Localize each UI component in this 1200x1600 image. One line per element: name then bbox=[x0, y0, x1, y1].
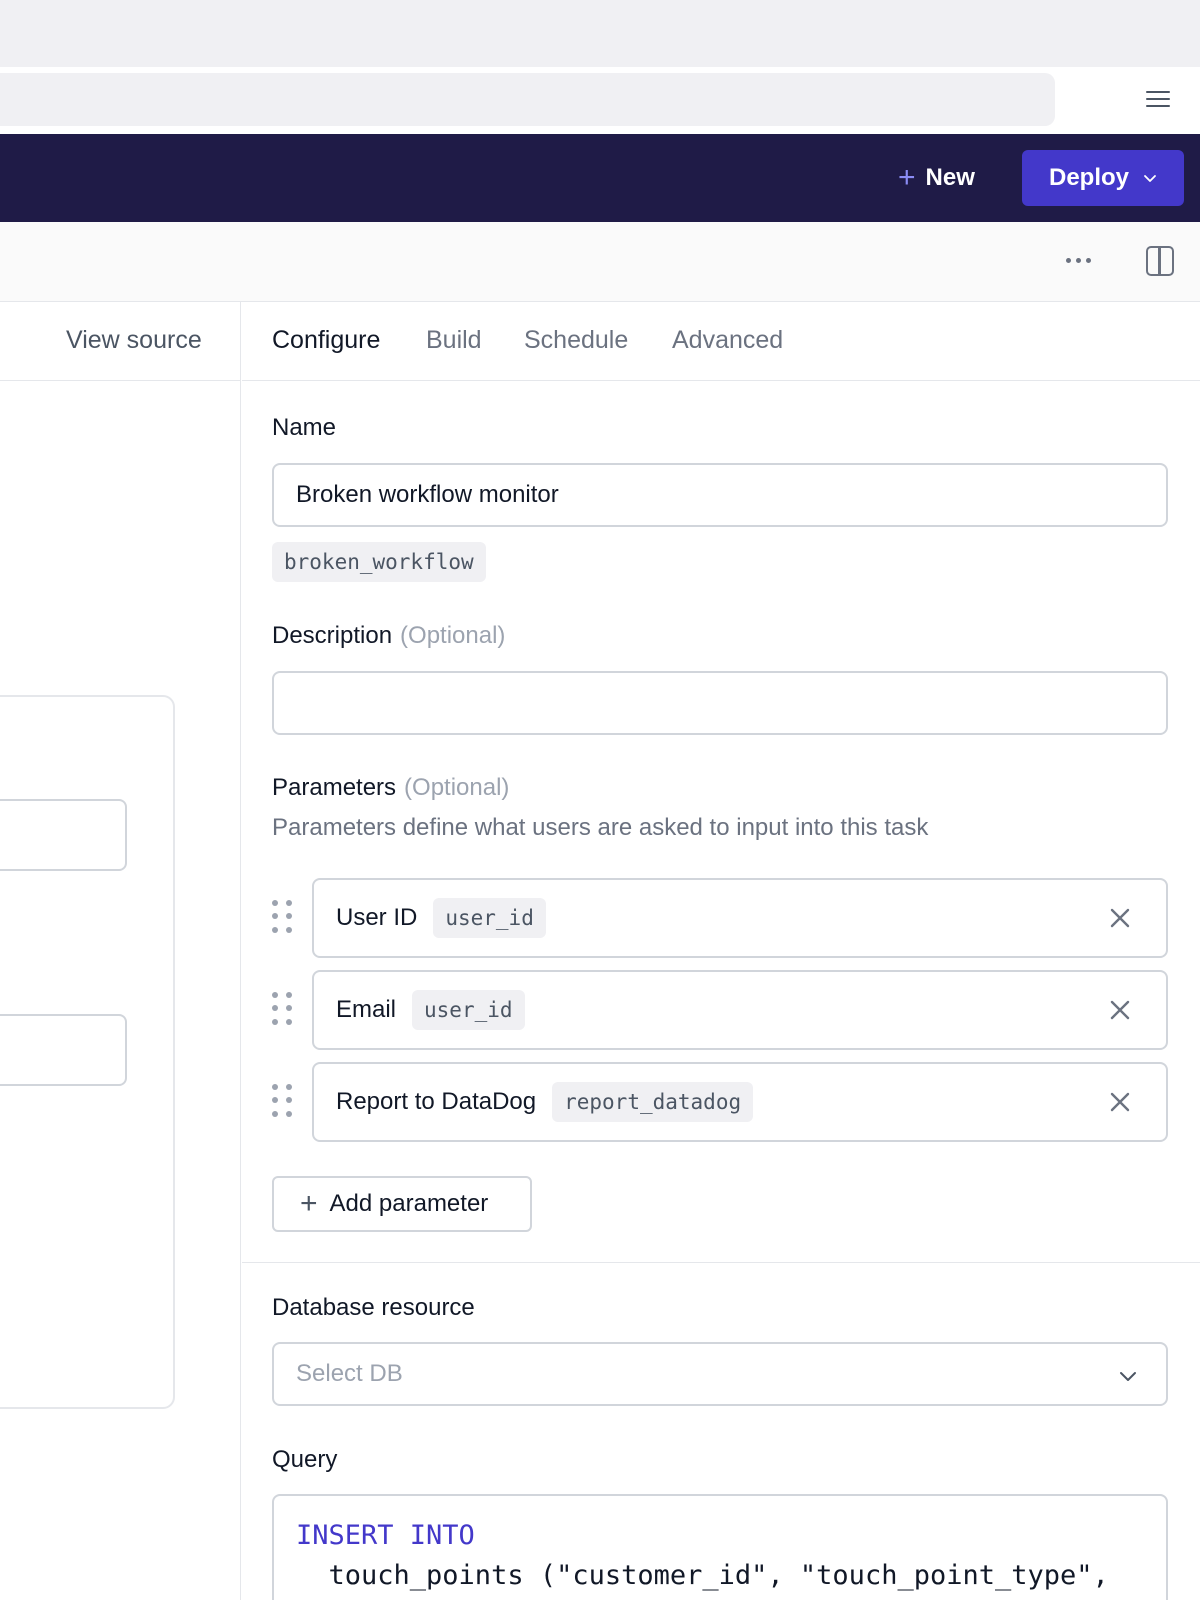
tab-configure[interactable]: Configure bbox=[272, 326, 380, 355]
name-input[interactable]: Broken workflow monitor bbox=[272, 463, 1168, 527]
new-button[interactable]: + New bbox=[898, 154, 975, 202]
parameter-card[interactable]: User ID user_id bbox=[312, 878, 1168, 958]
configure-pane: Configure Build Schedule Advanced Name B… bbox=[242, 302, 1200, 1600]
drag-handle-icon[interactable] bbox=[272, 1084, 294, 1118]
drag-handle-icon[interactable] bbox=[272, 900, 294, 934]
deploy-button-label: Deploy bbox=[1048, 164, 1129, 191]
code-keyword-line: INSERT INTO bbox=[296, 1520, 475, 1551]
description-label-text: Description bbox=[272, 622, 393, 649]
preview-input[interactable] bbox=[0, 1014, 127, 1086]
app-header: + New Deploy bbox=[0, 134, 1200, 222]
description-input[interactable] bbox=[272, 671, 1168, 735]
tab-schedule[interactable]: Schedule bbox=[524, 326, 628, 355]
split-view-icon[interactable] bbox=[1146, 246, 1174, 276]
editor-toolbar bbox=[0, 222, 1200, 302]
parameter-name: Email bbox=[336, 996, 397, 1023]
parameters-label-text: Parameters bbox=[272, 774, 397, 801]
divider bbox=[242, 1262, 1200, 1263]
query-label: Query bbox=[272, 1446, 338, 1473]
parameter-key: user_id bbox=[433, 898, 546, 938]
add-parameter-label: Add parameter bbox=[329, 1190, 489, 1217]
close-icon[interactable] bbox=[1108, 998, 1132, 1022]
more-options-icon[interactable] bbox=[1066, 258, 1091, 263]
tab-advanced[interactable]: Advanced bbox=[672, 326, 783, 355]
chevron-down-icon bbox=[1144, 175, 1156, 182]
tab-bar: Configure Build Schedule Advanced bbox=[242, 302, 1200, 381]
parameter-card[interactable]: Report to DataDog report_datadog bbox=[312, 1062, 1168, 1142]
database-select[interactable]: Select DB bbox=[272, 1342, 1168, 1406]
query-editor[interactable]: INSERT INTO touch_points ("customer_id",… bbox=[272, 1494, 1168, 1600]
parameter-key: report_datadog bbox=[552, 1082, 754, 1122]
preview-input[interactable] bbox=[0, 799, 127, 871]
divider bbox=[0, 380, 240, 381]
view-source-link[interactable]: View source bbox=[66, 326, 202, 355]
code-line: touch_points ("customer_id", "touch_poin… bbox=[296, 1560, 1109, 1591]
chevron-down-icon bbox=[1120, 1372, 1136, 1381]
parameters-helper: Parameters define what users are asked t… bbox=[272, 814, 929, 841]
add-parameter-button[interactable]: + Add parameter bbox=[272, 1176, 532, 1232]
parameter-name: User ID bbox=[336, 904, 418, 931]
new-button-label: New bbox=[925, 164, 975, 191]
name-label: Name bbox=[272, 414, 337, 441]
parameter-name: Report to DataDog bbox=[336, 1088, 537, 1115]
parameter-card[interactable]: Email user_id bbox=[312, 970, 1168, 1050]
database-select-placeholder: Select DB bbox=[296, 1360, 403, 1387]
tab-build[interactable]: Build bbox=[426, 326, 482, 355]
parameter-key: user_id bbox=[412, 990, 525, 1030]
plus-icon: + bbox=[300, 1187, 318, 1220]
close-icon[interactable] bbox=[1108, 906, 1132, 930]
deploy-button[interactable]: Deploy bbox=[1022, 150, 1184, 206]
plus-icon: + bbox=[898, 161, 916, 194]
optional-tag: (Optional) bbox=[404, 774, 510, 801]
close-icon[interactable] bbox=[1108, 1090, 1132, 1114]
browser-toolbar bbox=[0, 67, 1200, 134]
parameter-row: Report to DataDog report_datadog bbox=[272, 1062, 1168, 1142]
address-bar[interactable] bbox=[0, 73, 1055, 126]
name-input-value: Broken workflow monitor bbox=[296, 481, 559, 508]
menu-icon[interactable] bbox=[1146, 91, 1170, 109]
description-label: Description (Optional) bbox=[272, 622, 505, 650]
parameters-label: Parameters (Optional) bbox=[272, 774, 509, 802]
drag-handle-icon[interactable] bbox=[272, 992, 294, 1026]
browser-tab-strip bbox=[0, 0, 1200, 67]
database-label: Database resource bbox=[272, 1294, 475, 1321]
name-slug: broken_workflow bbox=[272, 542, 486, 582]
parameter-row: Email user_id bbox=[272, 970, 1168, 1050]
optional-tag: (Optional) bbox=[400, 622, 506, 649]
parameter-row: User ID user_id bbox=[272, 878, 1168, 958]
left-pane: View source bbox=[0, 302, 241, 1600]
